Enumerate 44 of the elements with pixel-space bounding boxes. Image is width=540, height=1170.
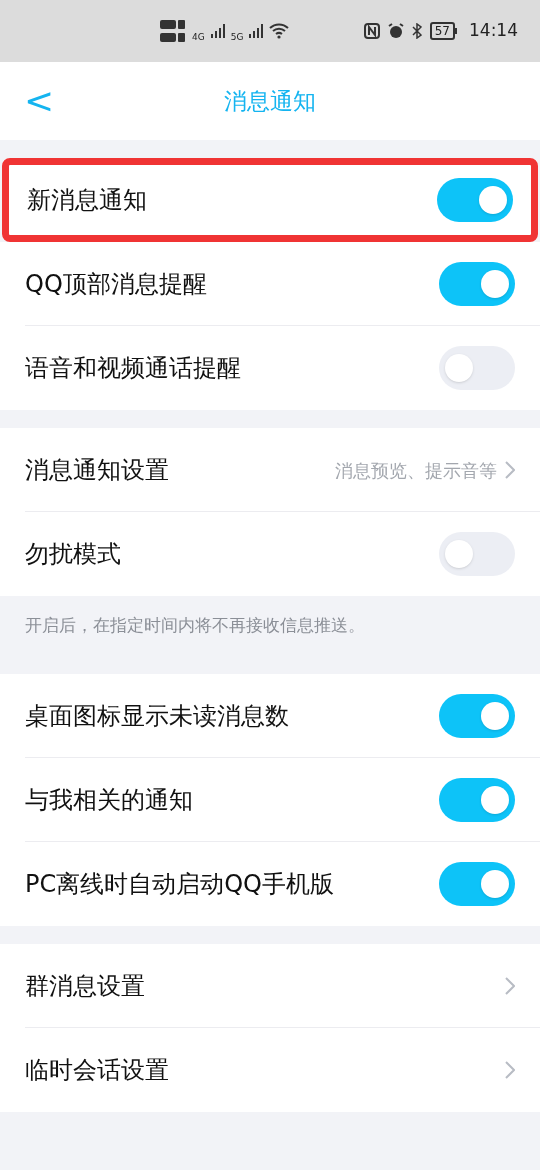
toggle-switch[interactable] bbox=[439, 862, 515, 906]
chevron-icon bbox=[505, 461, 515, 479]
toggle-switch[interactable] bbox=[439, 346, 515, 390]
row-label: 新消息通知 bbox=[27, 185, 147, 216]
note-text: 开启后，在指定时间内将不再接收信息推送。 bbox=[24, 614, 366, 638]
chevron-icon bbox=[505, 1061, 515, 1079]
status-time: 14:14 bbox=[469, 19, 518, 43]
bluetooth-icon bbox=[411, 23, 422, 39]
row-label: QQ顶部消息提醒 bbox=[25, 269, 207, 300]
nfc-icon bbox=[363, 23, 380, 39]
page-title: 消息通知 bbox=[224, 86, 316, 116]
row-value: 消息预览、提示音等 bbox=[335, 458, 497, 483]
network-type: 4G bbox=[192, 31, 205, 45]
settings-row[interactable]: PC离线时自动启动QQ手机版 bbox=[0, 842, 540, 926]
settings-row[interactable]: 与我相关的通知 bbox=[0, 758, 540, 842]
row-label: 群消息设置 bbox=[25, 971, 145, 1002]
row-label: 与我相关的通知 bbox=[25, 785, 193, 816]
alarm-icon bbox=[387, 23, 404, 39]
settings-row[interactable]: 桌面图标显示未读消息数 bbox=[0, 674, 540, 758]
dual-sim-icon bbox=[160, 19, 186, 43]
row-label: 桌面图标显示未读消息数 bbox=[25, 701, 289, 732]
settings-row[interactable]: 勿扰模式 bbox=[0, 512, 540, 596]
signal-icon bbox=[249, 24, 264, 38]
row-label: 消息通知设置 bbox=[25, 455, 169, 486]
battery-level: 57 bbox=[429, 22, 455, 40]
settings-row[interactable]: QQ顶部消息提醒 bbox=[0, 242, 540, 326]
row-label: 勿扰模式 bbox=[25, 539, 121, 570]
signal-icon bbox=[210, 24, 225, 38]
toggle-switch[interactable] bbox=[439, 262, 515, 306]
row-label: 语音和视频通话提醒 bbox=[25, 353, 241, 384]
toggle-switch[interactable] bbox=[439, 532, 515, 576]
row-label: PC离线时自动启动QQ手机版 bbox=[25, 869, 334, 900]
settings-row[interactable]: 临时会话设置 bbox=[0, 1028, 540, 1112]
settings-row[interactable]: 群消息设置 bbox=[0, 944, 540, 1028]
row-label: 临时会话设置 bbox=[25, 1055, 169, 1086]
toggle-switch[interactable] bbox=[439, 778, 515, 822]
wifi-icon bbox=[269, 23, 290, 39]
settings-row[interactable]: 语音和视频通话提醒 bbox=[0, 326, 540, 410]
network-type: 5G bbox=[230, 31, 244, 45]
chevron-icon bbox=[505, 977, 515, 995]
toggle-switch[interactable] bbox=[439, 694, 515, 738]
settings-row[interactable]: 新消息通知 bbox=[2, 158, 538, 242]
settings-row[interactable]: 消息通知设置 消息预览、提示音等 bbox=[0, 428, 540, 512]
toggle-switch[interactable] bbox=[437, 178, 513, 222]
